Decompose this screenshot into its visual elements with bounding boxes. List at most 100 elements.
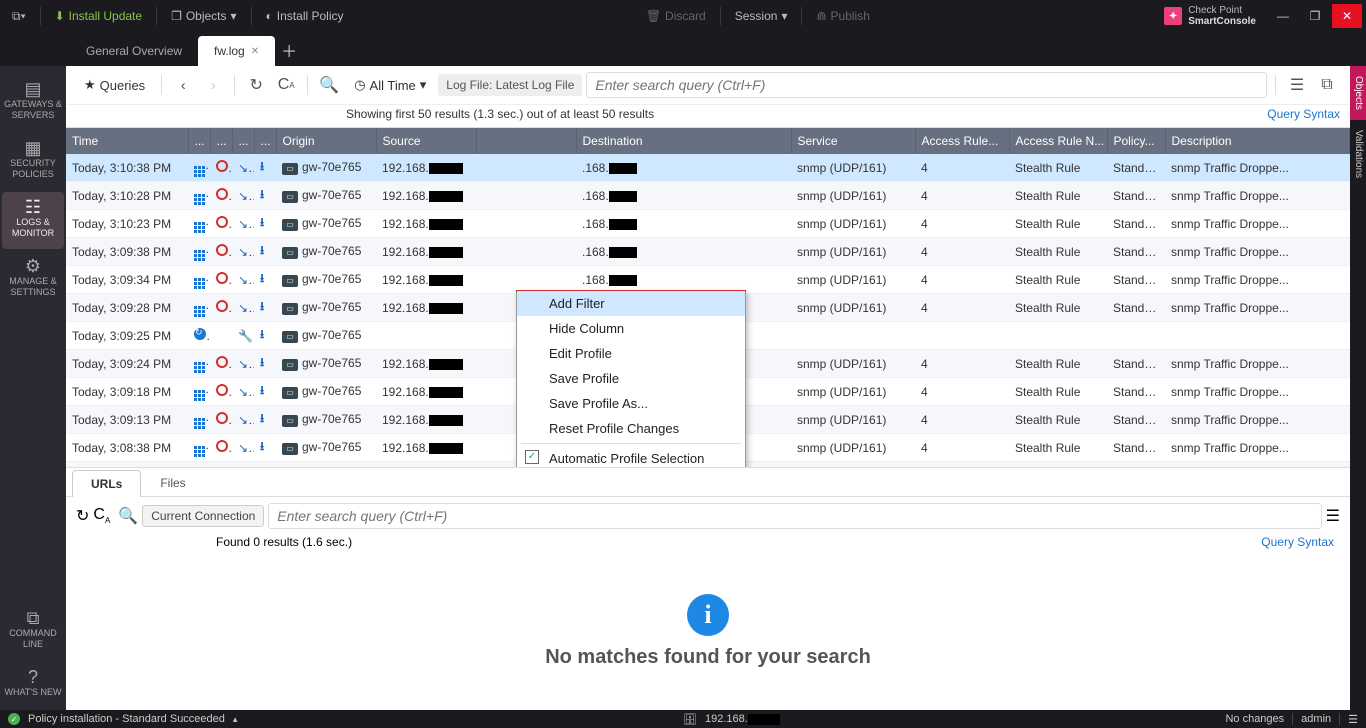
tab-general-overview[interactable]: General Overview [70, 36, 198, 66]
search-input[interactable] [586, 72, 1267, 98]
drop-icon [216, 300, 228, 312]
ctx-hide-column[interactable]: Hide Column [517, 316, 745, 341]
sidebar-item-gateways[interactable]: ▤GATEWAYS & SERVERS [2, 74, 64, 131]
col-source[interactable]: Source [376, 128, 476, 154]
queries-button[interactable]: ★Queries [76, 73, 153, 97]
bottom-auto-refresh-button[interactable]: CA [93, 506, 110, 525]
status-user: admin [1301, 713, 1331, 725]
bottom-results-count: Found 0 results (1.6 sec.) [216, 535, 352, 549]
window-minimize[interactable]: — [1268, 4, 1298, 28]
col-access-rule[interactable]: Access Rule... [915, 128, 1009, 154]
window-close[interactable]: ✕ [1332, 4, 1362, 28]
results-count: Showing first 50 results (1.3 sec.) out … [346, 107, 654, 121]
download-icon: ⭳ [260, 355, 264, 369]
gateway-icon: ▭ [282, 163, 298, 175]
nav-forward-button[interactable]: › [200, 72, 226, 98]
content-area: ★Queries ‹ › ↻ CA 🔍 ◷All Time ▾ Log File… [66, 66, 1350, 710]
list-view-button[interactable]: ☰ [1284, 72, 1310, 98]
table-row[interactable]: Today, 3:10:28 PM↘⭳▭gw-70e765192.168..16… [66, 182, 1350, 210]
gateway-icon: ▭ [282, 359, 298, 371]
db-icon: 🗄 [683, 713, 697, 726]
bottom-refresh-button[interactable]: ↻ [76, 506, 89, 526]
download-icon: ⭳ [260, 411, 264, 425]
table-row[interactable]: Today, 3:10:23 PM↘⭳▭gw-70e765192.168..16… [66, 210, 1350, 238]
nav-back-button[interactable]: ‹ [170, 72, 196, 98]
ctx-save-profile[interactable]: Save Profile [517, 366, 745, 391]
log-file-chip[interactable]: Log File: Latest Log File [438, 74, 582, 96]
col-origin[interactable]: Origin [276, 128, 376, 154]
close-icon[interactable]: ✕ [251, 46, 259, 57]
shield-icon: ◐ [266, 9, 273, 23]
ctx-edit-profile[interactable]: Edit Profile [517, 341, 745, 366]
sidebar-item-logs[interactable]: ☷LOGS & MONITOR [2, 192, 64, 249]
objects-dropdown[interactable]: ❒ Objects▾ [163, 6, 244, 26]
sidebar-item-security[interactable]: ▦SECURITY POLICIES [2, 133, 64, 190]
col-policy[interactable]: Policy... [1107, 128, 1165, 154]
ctx-add-filter[interactable]: Add Filter [517, 291, 745, 316]
window-maximize[interactable]: ❐ [1300, 4, 1330, 28]
servers-icon: ▤ [4, 84, 62, 95]
col-access-rule-n[interactable]: Access Rule N... [1009, 128, 1107, 154]
right-tab-objects[interactable]: Objects [1350, 66, 1366, 120]
tab-fwlog[interactable]: fw.log✕ [198, 36, 275, 66]
sidebar-item-whatsnew[interactable]: ?WHAT'S NEW [2, 662, 64, 708]
discard-button[interactable]: 🗑 Discard [638, 6, 714, 26]
install-update-button[interactable]: ⬇ Install Update [47, 6, 150, 26]
right-sidebar: Objects Validations [1350, 66, 1366, 710]
drop-icon [216, 244, 228, 256]
sidebar-item-manage[interactable]: ⚙MANAGE & SETTINGS [2, 251, 64, 308]
query-bar: ★Queries ‹ › ↻ CA 🔍 ◷All Time ▾ Log File… [66, 66, 1350, 105]
col-i1[interactable]: ... [188, 128, 210, 154]
auto-refresh-button[interactable]: CA [273, 72, 299, 98]
col-time[interactable]: Time [66, 128, 188, 154]
gateway-icon: ▭ [282, 303, 298, 315]
bottom-menu-button[interactable]: ☰ [1326, 506, 1340, 526]
search-icon: 🔍 [118, 506, 138, 526]
col-i4[interactable]: ... [254, 128, 276, 154]
ctx-auto-profile[interactable]: ✓Automatic Profile Selection [517, 446, 745, 467]
tab-files[interactable]: Files [141, 469, 204, 496]
tab-urls[interactable]: URLs [72, 470, 141, 497]
gateway-icon: ▭ [282, 191, 298, 203]
col-i2[interactable]: ... [210, 128, 232, 154]
col-i3[interactable]: ... [232, 128, 254, 154]
gateway-icon: ▭ [282, 247, 298, 259]
refresh-button[interactable]: ↻ [243, 72, 269, 98]
query-syntax-link[interactable]: Query Syntax [1267, 107, 1340, 121]
drop-icon [216, 356, 228, 368]
cube-icon: ❒ [171, 9, 182, 23]
drop-icon [216, 440, 228, 452]
publish-button[interactable]: ⋒ Publish [808, 6, 877, 26]
install-policy-button[interactable]: ◐ Install Policy [258, 6, 352, 26]
info-icon: i [687, 594, 729, 636]
table-row[interactable]: Today, 3:10:38 PM↘⭳▭gw-70e765192.168..16… [66, 154, 1350, 182]
right-tab-validations[interactable]: Validations [1350, 120, 1366, 188]
trash-icon: 🗑 [646, 9, 661, 23]
bottom-query-syntax-link[interactable]: Query Syntax [1261, 535, 1334, 549]
terminal-icon: ⧉ [4, 613, 62, 624]
col-description[interactable]: Description [1165, 128, 1350, 154]
external-button[interactable]: ⧉ [1314, 72, 1340, 98]
table-row[interactable]: Today, 3:09:38 PM↘⭳▭gw-70e765192.168..16… [66, 238, 1350, 266]
search-icon: 🔍 [316, 72, 342, 98]
current-connection-chip[interactable]: Current Connection [142, 505, 264, 527]
status-menu[interactable]: ☰ [1348, 713, 1358, 726]
app-menu[interactable]: ⧉▾ [4, 6, 34, 27]
drop-icon [216, 272, 228, 284]
ctx-save-profile-as[interactable]: Save Profile As... [517, 391, 745, 416]
gateway-icon: ▭ [282, 331, 298, 343]
drop-icon [216, 216, 228, 228]
column-context-menu: Add Filter Hide Column Edit Profile Save… [516, 290, 746, 467]
download-icon: ⭳ [260, 271, 264, 285]
download-icon: ⭳ [260, 383, 264, 397]
add-tab-button[interactable]: ＋ [279, 40, 299, 60]
session-dropdown[interactable]: Session▾ [727, 6, 796, 26]
download-icon: ⭳ [260, 327, 264, 341]
ctx-reset-profile[interactable]: Reset Profile Changes [517, 416, 745, 441]
time-range-dropdown[interactable]: ◷All Time ▾ [346, 73, 434, 97]
col-destination[interactable]: Destination [576, 128, 791, 154]
col-service[interactable]: Service [791, 128, 915, 154]
sidebar-item-commandline[interactable]: ⧉COMMAND LINE [2, 603, 64, 660]
status-ok-icon: ✓ [8, 713, 20, 725]
bottom-search-input[interactable] [268, 503, 1321, 529]
